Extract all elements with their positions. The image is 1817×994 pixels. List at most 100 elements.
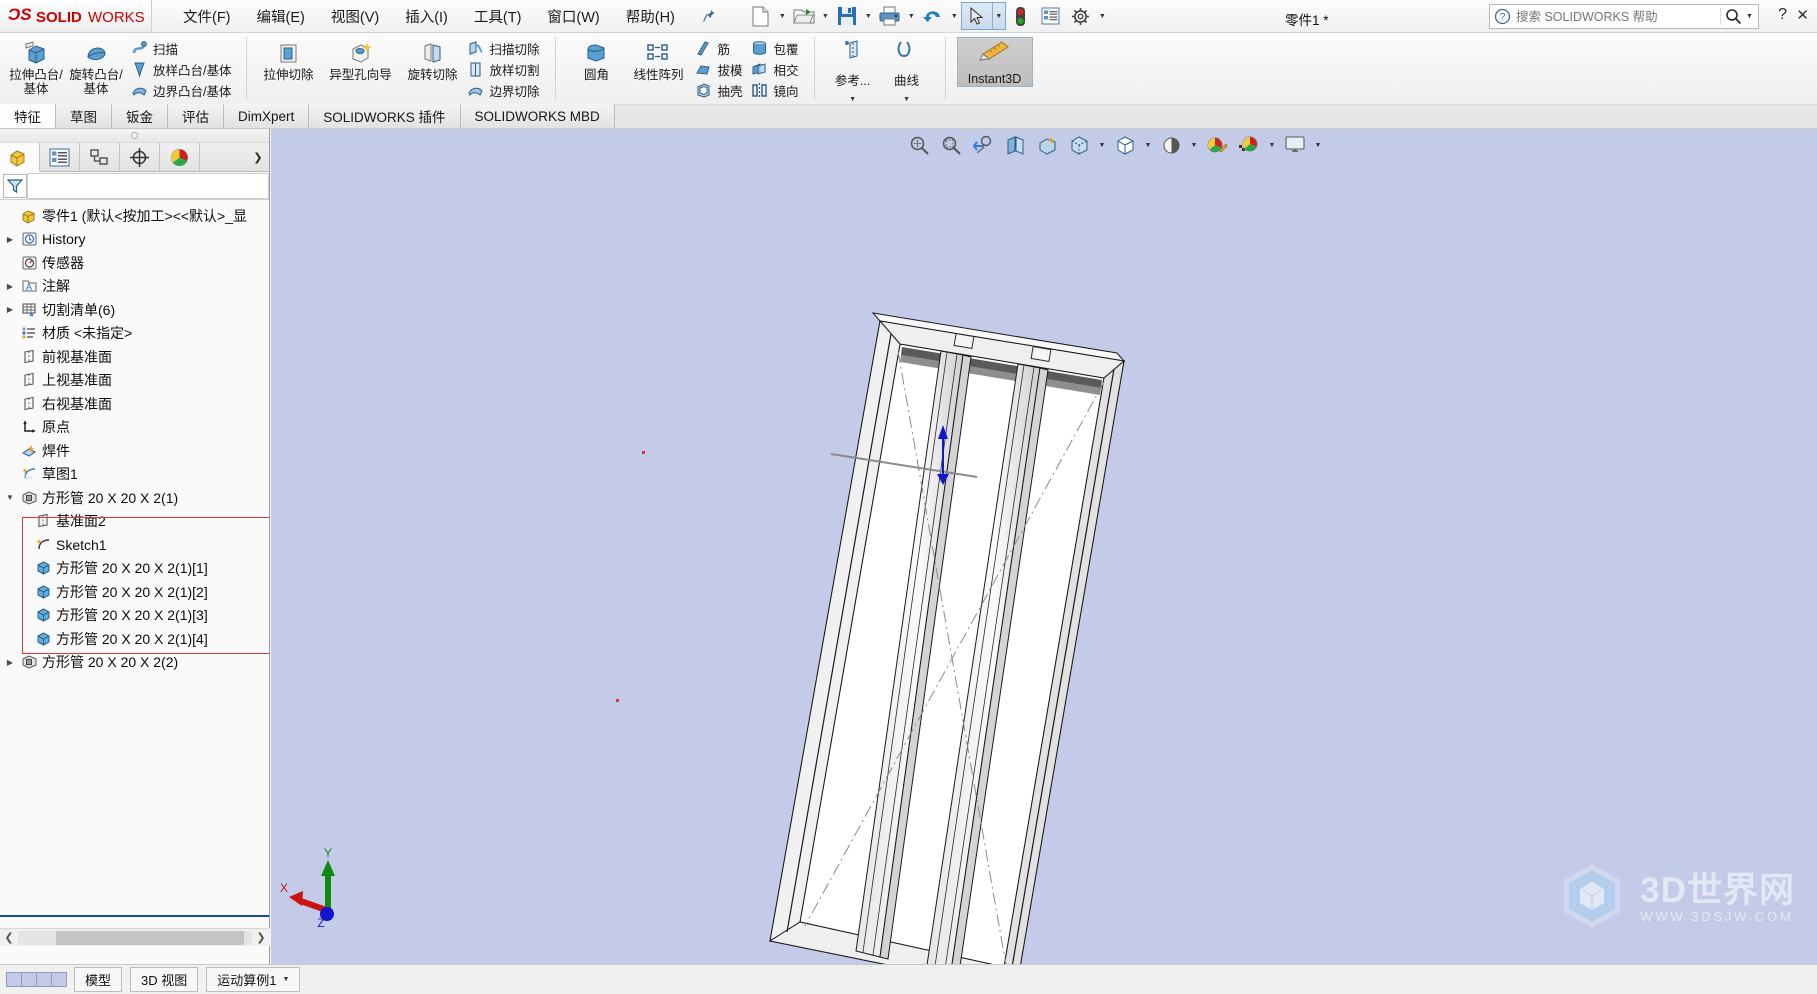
- annotations-twist[interactable]: ▶: [2, 282, 18, 291]
- lofted-boss-command[interactable]: 放样凸台/基体: [126, 59, 235, 80]
- draft-command[interactable]: 拔模: [691, 59, 747, 80]
- square-tube-1-twist[interactable]: ▼: [2, 493, 18, 502]
- open-document-button[interactable]: [789, 3, 819, 29]
- tab-solidworks-addins[interactable]: SOLIDWORKS 插件: [309, 104, 461, 128]
- tree-item-annotations[interactable]: ▶ A 注解: [0, 275, 269, 299]
- tab-evaluate[interactable]: 评估: [168, 104, 224, 128]
- tab-property-manager[interactable]: [40, 143, 80, 172]
- tab-solidworks-mbd[interactable]: SOLIDWORKS MBD: [460, 104, 615, 128]
- new-document-dropdown[interactable]: ▼: [776, 3, 789, 29]
- tree-root-part[interactable]: 零件1 (默认<按加工><<默认>_显: [0, 204, 269, 228]
- revolved-boss-base-command[interactable]: 旋转凸台/基体: [66, 35, 126, 96]
- gear-icon[interactable]: [1066, 3, 1096, 29]
- menu-insert[interactable]: 插入(I): [392, 2, 461, 31]
- undo-button[interactable]: [918, 3, 948, 29]
- square-tube-2-twist[interactable]: ▶: [2, 658, 18, 667]
- tree-horizontal-scrollbar[interactable]: ❮ ❯: [0, 928, 270, 946]
- swept-cut-command[interactable]: 扫描切除: [462, 38, 543, 59]
- tree-item-right-plane[interactable]: 右视基准面: [0, 392, 269, 416]
- expand-panel-icon[interactable]: ❯: [247, 143, 269, 171]
- options-dropdown[interactable]: ▼: [1096, 3, 1109, 29]
- magnifier-icon[interactable]: [1720, 8, 1746, 25]
- boundary-boss-command[interactable]: 边界凸台/基体: [126, 80, 235, 101]
- reference-geometry-command[interactable]: 参考... ▼: [826, 35, 880, 103]
- tab-features[interactable]: 特征: [0, 104, 56, 128]
- undo-dropdown[interactable]: ▼: [948, 3, 961, 29]
- tree-item-square-tube-1-4[interactable]: 方形管 20 X 20 X 2(1)[4]: [0, 627, 269, 651]
- graphics-area[interactable]: ▼ ▼ ▼ ▼ ▼ Y X Z 3D世界网 WWW.3DSJW.COM: [271, 129, 1817, 964]
- close-icon[interactable]: ✕: [1796, 6, 1809, 24]
- help-search-box[interactable]: ? ▼: [1489, 4, 1759, 29]
- boundary-cut-command[interactable]: 边界切除: [462, 80, 543, 101]
- pushpin-icon[interactable]: [698, 9, 720, 23]
- tab-dimxpert[interactable]: DimXpert: [224, 104, 310, 128]
- lofted-cut-command[interactable]: 放样切割: [462, 59, 543, 80]
- tree-item-square-tube-1[interactable]: ▼ 方形管 20 X 20 X 2(1): [0, 486, 269, 510]
- menu-view[interactable]: 视图(V): [318, 2, 392, 31]
- tree-item-square-tube-1-2[interactable]: 方形管 20 X 20 X 2(1)[2]: [0, 580, 269, 604]
- menu-file[interactable]: 文件(F): [170, 2, 244, 31]
- curves-dropdown[interactable]: ▼: [903, 96, 910, 103]
- tree-item-sketch1[interactable]: 草图1: [0, 463, 269, 487]
- mirror-command[interactable]: 镜向: [747, 80, 803, 101]
- panel-grip[interactable]: [0, 129, 269, 143]
- tab-dimxpert-manager[interactable]: [120, 143, 160, 172]
- revolved-cut-command[interactable]: 旋转切除: [402, 35, 462, 83]
- select-button[interactable]: [962, 3, 992, 29]
- tree-item-top-plane[interactable]: 上视基准面: [0, 369, 269, 393]
- tab-feature-manager[interactable]: [0, 143, 40, 172]
- tree-item-square-tube-1-1[interactable]: 方形管 20 X 20 X 2(1)[1]: [0, 557, 269, 581]
- print-button[interactable]: [875, 3, 905, 29]
- tree-item-front-plane[interactable]: 前视基准面: [0, 345, 269, 369]
- tree-item-material[interactable]: 材质 <未指定>: [0, 322, 269, 346]
- new-document-button[interactable]: [746, 3, 776, 29]
- scroll-right-icon[interactable]: ❯: [252, 931, 270, 944]
- tree-item-sketch1-sub[interactable]: Sketch1: [0, 533, 269, 557]
- menu-help[interactable]: 帮助(H): [613, 2, 688, 31]
- menu-window[interactable]: 窗口(W): [534, 2, 612, 31]
- help-question-button[interactable]: ?: [1778, 6, 1787, 24]
- wrap-command[interactable]: 包覆: [747, 38, 803, 59]
- menu-tools[interactable]: 工具(T): [461, 2, 535, 31]
- shell-command[interactable]: 抽壳: [691, 80, 747, 101]
- linear-pattern-command[interactable]: 线性阵列: [627, 35, 691, 83]
- open-document-dropdown[interactable]: ▼: [819, 3, 832, 29]
- search-input[interactable]: [1514, 8, 1720, 25]
- extruded-cut-command[interactable]: 拉伸切除: [258, 35, 318, 83]
- instant3d-toggle[interactable]: Instant3D: [956, 37, 1033, 87]
- reference-geometry-dropdown[interactable]: ▼: [849, 96, 856, 103]
- tree-item-square-tube-2[interactable]: ▶ 方形管 20 X 20 X 2(2): [0, 651, 269, 675]
- tree-item-weldment[interactable]: 焊件: [0, 439, 269, 463]
- scroll-track[interactable]: [18, 930, 252, 945]
- status-tab-motion-study[interactable]: 运动算例1 ▼: [206, 967, 301, 992]
- tree-item-cut-list[interactable]: ▶ 切割清单(6): [0, 298, 269, 322]
- menu-edit[interactable]: 编辑(E): [244, 2, 318, 31]
- select-tool-group[interactable]: ▼: [960, 2, 1006, 30]
- status-tab-model[interactable]: 模型: [74, 967, 123, 992]
- tree-item-history[interactable]: ▶ History: [0, 228, 269, 252]
- status-tab-motion-study-caret[interactable]: ▼: [282, 976, 289, 983]
- save-button[interactable]: [832, 3, 862, 29]
- scroll-left-icon[interactable]: ❮: [0, 931, 18, 944]
- tab-sketch[interactable]: 草图: [56, 104, 112, 128]
- filter-funnel-icon[interactable]: [3, 173, 27, 198]
- scroll-thumb[interactable]: [56, 930, 244, 945]
- tree-item-sensors[interactable]: 传感器: [0, 251, 269, 275]
- rib-command[interactable]: 筋: [691, 38, 747, 59]
- tab-sheetmetal[interactable]: 钣金: [112, 104, 168, 128]
- extruded-boss-base-command[interactable]: 拉伸凸台/基体: [6, 35, 66, 96]
- select-dropdown[interactable]: ▼: [991, 3, 1005, 29]
- model-viewport[interactable]: [271, 129, 1817, 964]
- curves-command[interactable]: 曲线 ▼: [880, 35, 934, 103]
- intersect-command[interactable]: 相交: [747, 59, 803, 80]
- tab-display-manager[interactable]: [160, 143, 200, 172]
- print-dropdown[interactable]: ▼: [905, 3, 918, 29]
- hole-wizard-command[interactable]: 异型孔向导: [318, 35, 402, 83]
- search-dropdown[interactable]: ▼: [1746, 13, 1758, 20]
- cut-list-twist[interactable]: ▶: [2, 305, 18, 314]
- tab-configuration-manager[interactable]: [80, 143, 120, 172]
- history-twist[interactable]: ▶: [2, 235, 18, 244]
- swept-boss-command[interactable]: 扫描: [126, 38, 235, 59]
- fillet-command[interactable]: 圆角: [567, 35, 627, 83]
- rebuild-button[interactable]: [1006, 3, 1036, 29]
